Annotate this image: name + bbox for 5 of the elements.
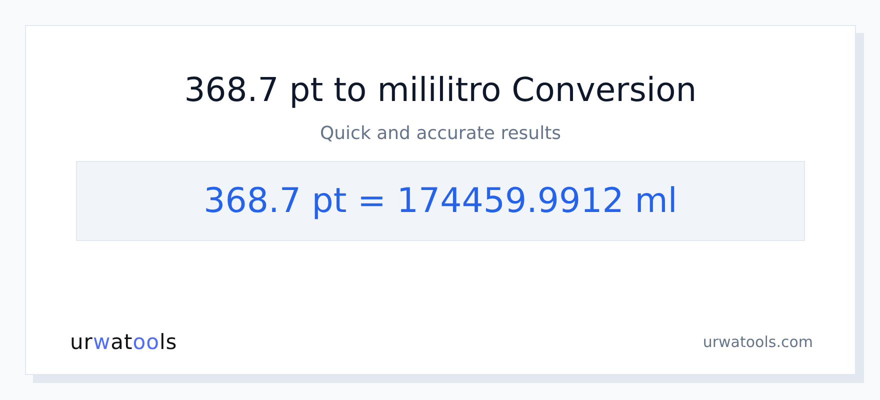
result-text: 368.7 pt = 174459.9912 ml (76, 161, 805, 241)
subtitle: Quick and accurate results (320, 122, 562, 146)
logo: urwatools (70, 330, 178, 354)
page-title: 368.7 pt to mililitro Conversion (184, 70, 697, 110)
site-url: urwatools.com (702, 333, 813, 351)
